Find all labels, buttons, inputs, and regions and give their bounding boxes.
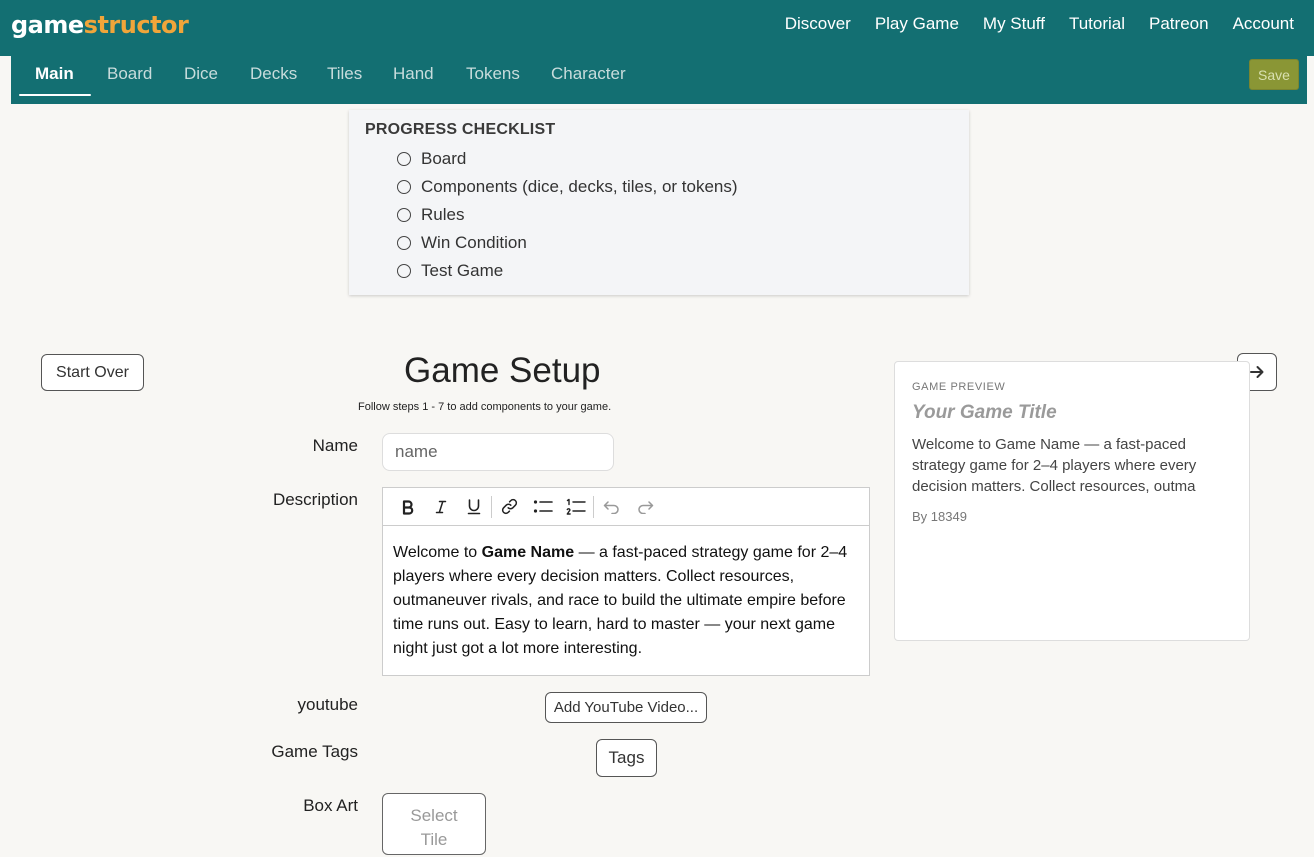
active-tab-indicator — [19, 94, 91, 96]
tab-hand[interactable]: Hand — [393, 64, 434, 94]
preview-description: Welcome to Game Name — a fast-paced stra… — [912, 436, 1197, 495]
top-nav-links: Discover Play Game My Stuff Tutorial Pat… — [785, 14, 1294, 34]
numbered-list-button[interactable] — [559, 492, 592, 522]
arrow-right-icon — [1250, 366, 1264, 378]
description-game-name: Game Name — [481, 544, 575, 561]
checklist-title: PROGRESS CHECKLIST — [365, 121, 556, 138]
tab-tiles[interactable]: Tiles — [327, 64, 362, 94]
checklist-item-label: Components (dice, decks, tiles, or token… — [421, 177, 738, 196]
top-navbar: gamestructor Discover Play Game My Stuff… — [0, 0, 1314, 56]
redo-icon — [637, 500, 653, 514]
bullet-list-icon — [533, 499, 553, 513]
checklist-item-test-game: Test Game — [397, 261, 503, 281]
checklist-item-board: Board — [397, 149, 466, 169]
nav-tutorial[interactable]: Tutorial — [1069, 14, 1125, 34]
tab-tokens[interactable]: Tokens — [466, 64, 520, 94]
checklist-item-label: Test Game — [421, 261, 504, 280]
editor-toolbar — [383, 488, 869, 526]
tab-decks[interactable]: Decks — [250, 64, 297, 94]
description-label: Description — [272, 490, 358, 509]
select-tile-line1: Select — [410, 805, 458, 825]
numbered-list-icon — [566, 498, 586, 515]
tab-dice[interactable]: Dice — [184, 64, 218, 94]
nav-discover[interactable]: Discover — [785, 14, 851, 34]
italic-icon — [435, 500, 446, 513]
name-input[interactable] — [382, 433, 614, 471]
tab-board[interactable]: Board — [107, 64, 152, 94]
checklist-item-label: Board — [421, 149, 467, 168]
bold-icon — [402, 499, 413, 515]
gamestructor-logo[interactable]: gamestructor — [11, 11, 189, 39]
nav-my-stuff[interactable]: My Stuff — [983, 14, 1045, 34]
empty-circle-icon — [397, 180, 411, 194]
checklist-item-label: Rules — [421, 205, 465, 224]
save-button[interactable]: Save — [1249, 59, 1299, 90]
nav-account[interactable]: Account — [1233, 14, 1294, 34]
add-youtube-video-button[interactable]: Add YouTube Video... — [545, 692, 707, 723]
progress-checklist: PROGRESS CHECKLIST Board Components (dic… — [349, 110, 969, 295]
tab-main[interactable]: Main — [35, 64, 74, 94]
description-text[interactable]: Welcome to Game Name — a fast-paced stra… — [383, 526, 869, 676]
preview-title: Your Game Title — [912, 402, 1057, 423]
tab-character[interactable]: Character — [551, 64, 626, 94]
box-art-label: Box Art — [303, 796, 358, 815]
logo-part-game: game — [11, 11, 84, 39]
link-icon — [501, 498, 518, 515]
toolbar-divider — [593, 495, 594, 518]
description-editor[interactable]: Welcome to Game Name — a fast-paced stra… — [382, 487, 870, 676]
nav-play-game[interactable]: Play Game — [875, 14, 959, 34]
page-title: Game Setup — [404, 351, 601, 390]
preview-label: GAME PREVIEW — [912, 381, 1006, 393]
empty-circle-icon — [397, 208, 411, 222]
name-label: Name — [312, 436, 358, 455]
redo-button[interactable] — [628, 492, 661, 522]
game-tags-label: Game Tags — [271, 742, 358, 761]
bullet-list-button[interactable] — [526, 492, 559, 522]
game-preview-card: GAME PREVIEW Your Game Title Welcome to … — [894, 361, 1250, 641]
page-subtitle: Follow steps 1 - 7 to add components to … — [358, 401, 612, 413]
logo-part-structor: structor — [83, 11, 189, 39]
undo-button[interactable] — [595, 492, 628, 522]
bold-button[interactable] — [391, 492, 424, 522]
undo-icon — [603, 500, 619, 514]
checklist-item-win-condition: Win Condition — [397, 233, 527, 253]
empty-circle-icon — [397, 264, 411, 278]
checklist-item-components: Components (dice, decks, tiles, or token… — [397, 177, 738, 197]
checklist-item-rules: Rules — [397, 205, 464, 225]
tags-button[interactable]: Tags — [596, 739, 657, 777]
editor-tab-bar: Main Board Dice Decks Tiles Hand Tokens … — [11, 56, 1307, 104]
link-button[interactable] — [493, 492, 526, 522]
preview-author: By 18349 — [912, 509, 967, 524]
select-tile-line2: Tile — [420, 829, 448, 849]
select-tile-button[interactable]: Select Tile — [382, 793, 486, 855]
underline-button[interactable] — [457, 492, 490, 522]
checklist-item-label: Win Condition — [421, 233, 527, 252]
italic-button[interactable] — [424, 492, 457, 522]
nav-patreon[interactable]: Patreon — [1149, 14, 1209, 34]
empty-circle-icon — [397, 152, 411, 166]
description-text-before: Welcome to — [393, 544, 482, 561]
empty-circle-icon — [397, 236, 411, 250]
start-over-button[interactable]: Start Over — [41, 354, 144, 391]
underline-icon — [467, 498, 480, 514]
toolbar-divider — [491, 495, 492, 518]
youtube-label: youtube — [297, 695, 359, 714]
